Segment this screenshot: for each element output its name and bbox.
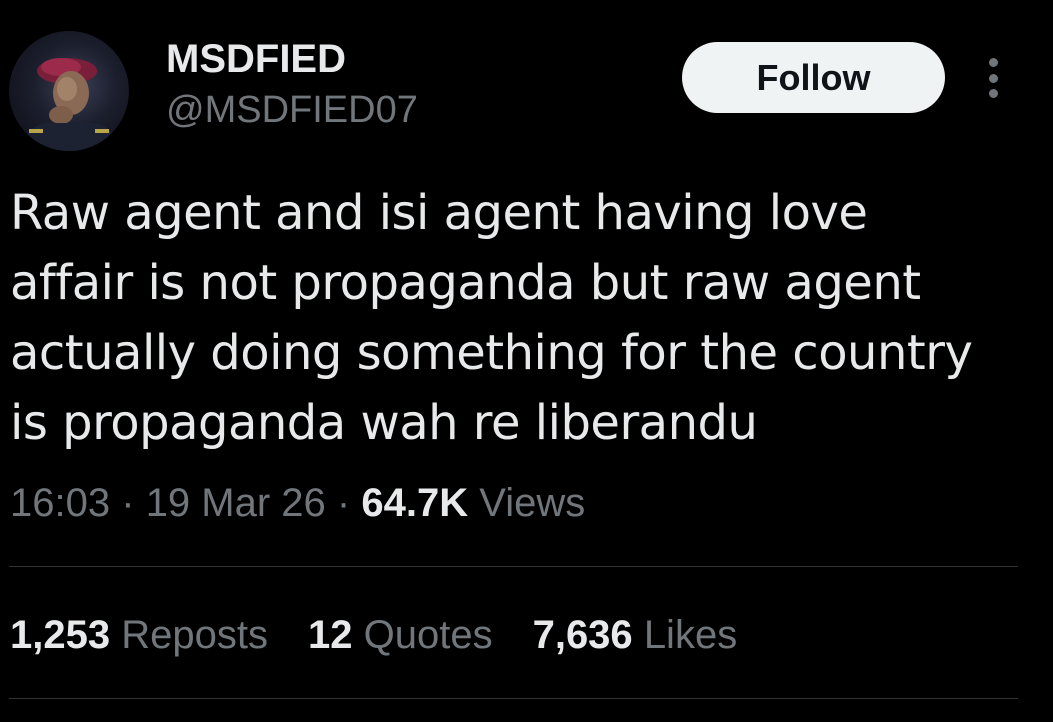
likes-label: Likes <box>643 613 738 657</box>
tweet-text-line: Raw agent and isi agent having love <box>10 185 868 241</box>
likes-count: 7,636 <box>532 613 633 657</box>
tweet-text-line: actually doing something for the country <box>10 325 973 381</box>
profile-photo-avatar-icon <box>19 58 121 151</box>
separator: · <box>121 481 135 525</box>
reposts-label: Reposts <box>121 613 268 657</box>
avatar[interactable] <box>9 31 129 151</box>
views-label: Views <box>479 481 586 525</box>
likes-stat[interactable]: 7,636 Likes <box>533 610 738 660</box>
divider <box>9 698 1018 699</box>
separator: · <box>336 481 351 525</box>
divider <box>9 566 1018 567</box>
dot <box>988 58 998 67</box>
engagement-stats: 1,253 Reposts 12 Quotes 7,636 Likes <box>10 610 777 660</box>
tweet-detail: MSDFIED @MSDFIED07 Follow Raw agent and … <box>0 0 1053 722</box>
reposts-stat[interactable]: 1,253 Reposts <box>10 610 268 660</box>
display-name[interactable]: MSDFIED <box>166 36 346 82</box>
tweet-metadata: 16:03 · 19 Mar 26 · 64.7K Views <box>10 478 585 528</box>
tweet-time[interactable]: 16:03 <box>10 481 110 525</box>
tweet-date[interactable]: 19 Mar 26 <box>146 481 326 525</box>
user-handle[interactable]: @MSDFIED07 <box>166 88 418 132</box>
dot <box>988 73 998 83</box>
reposts-count: 1,253 <box>10 613 111 657</box>
dot <box>988 89 998 98</box>
tweet-text-line: affair is not propaganda but raw agent <box>10 255 921 311</box>
follow-button[interactable]: Follow <box>682 42 945 113</box>
quotes-label: Quotes <box>363 613 493 657</box>
more-vertical-icon[interactable] <box>975 54 1011 102</box>
tweet-text-line: is propaganda wah re liberandu <box>10 395 758 451</box>
quotes-count: 12 <box>307 613 353 657</box>
views-count: 64.7K <box>361 481 469 525</box>
quotes-stat[interactable]: 12 Quotes <box>308 610 493 660</box>
tweet-text: Raw agent and isi agent having love affa… <box>10 178 1035 458</box>
